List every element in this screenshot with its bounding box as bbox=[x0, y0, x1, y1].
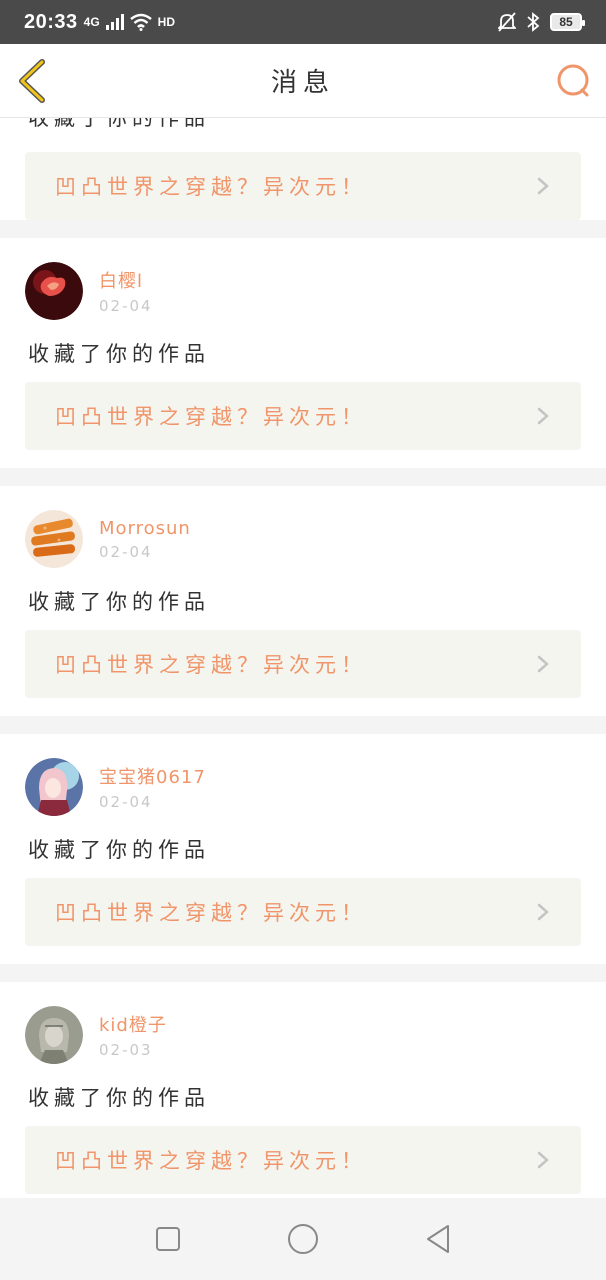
work-title: 凹凸世界之穿越？异次元！ bbox=[55, 653, 367, 677]
battery-level: 85 bbox=[559, 15, 573, 29]
chevron-right-icon bbox=[537, 177, 549, 195]
back-chevron-icon[interactable] bbox=[14, 58, 50, 104]
avatar[interactable] bbox=[25, 262, 83, 320]
avatar[interactable] bbox=[25, 758, 83, 816]
date: 02-04 bbox=[99, 542, 153, 561]
search-icon[interactable] bbox=[554, 62, 592, 100]
work-title: 凹凸世界之穿越？异次元！ bbox=[55, 1149, 367, 1173]
status-bar: 20:33 4G HD 85 bbox=[0, 0, 606, 44]
username[interactable]: 宝宝猪0617 bbox=[99, 763, 206, 789]
message-card: kid橙子 02-03 收藏了你的作品 凹凸世界之穿越？异次元！ bbox=[0, 982, 606, 1198]
action-text: 收藏了你的作品 bbox=[28, 838, 210, 862]
signal-icon bbox=[105, 14, 124, 30]
user-row[interactable]: 白樱l 02-04 bbox=[0, 238, 606, 320]
work-link[interactable]: 凹凸世界之穿越？异次元！ bbox=[25, 382, 581, 450]
battery-indicator: 85 bbox=[550, 13, 585, 31]
circle-icon bbox=[287, 1224, 318, 1254]
chevron-right-icon bbox=[537, 407, 549, 425]
date: 02-03 bbox=[99, 1041, 153, 1059]
action-text: 收藏了你的作品 bbox=[28, 1086, 210, 1110]
message-card: 收藏了你的作品 凹凸世界之穿越？异次元！ bbox=[0, 118, 606, 220]
user-row[interactable]: kid橙子 02-03 bbox=[0, 982, 606, 1064]
page-title: 消息 bbox=[270, 68, 335, 98]
username[interactable]: kid橙子 bbox=[99, 1011, 167, 1037]
work-title: 凹凸世界之穿越？异次元！ bbox=[55, 175, 367, 199]
network-type: 4G bbox=[83, 15, 100, 29]
message-list[interactable]: 收藏了你的作品 凹凸世界之穿越？异次元！ 白樱l 02-04 收藏了你的作品 凹… bbox=[0, 118, 606, 1198]
username[interactable]: 白樱l bbox=[99, 267, 153, 293]
back-button[interactable] bbox=[418, 1219, 458, 1259]
chevron-right-icon bbox=[537, 1151, 549, 1169]
chevron-right-icon bbox=[537, 903, 549, 921]
chevron-right-icon bbox=[537, 655, 549, 673]
work-link[interactable]: 凹凸世界之穿越？异次元！ bbox=[25, 1126, 581, 1194]
square-icon bbox=[155, 1227, 180, 1251]
mute-bell-icon bbox=[498, 12, 516, 32]
recent-apps-button[interactable] bbox=[148, 1219, 188, 1259]
hd-indicator: HD bbox=[157, 15, 176, 29]
status-time: 20:33 bbox=[24, 10, 78, 33]
avatar[interactable] bbox=[25, 510, 83, 568]
avatar[interactable] bbox=[25, 1006, 83, 1064]
triangle-back-icon bbox=[427, 1225, 450, 1253]
work-title: 凹凸世界之穿越？异次元！ bbox=[55, 405, 367, 429]
user-row[interactable]: 宝宝猪0617 02-04 bbox=[0, 734, 606, 816]
work-link[interactable]: 凹凸世界之穿越？异次元！ bbox=[25, 878, 581, 946]
system-nav-bar bbox=[0, 1198, 606, 1280]
user-row[interactable]: Morrosun 02-04 bbox=[0, 486, 606, 568]
work-title: 凹凸世界之穿越？异次元！ bbox=[55, 901, 367, 925]
message-card: 白樱l 02-04 收藏了你的作品 凹凸世界之穿越？异次元！ bbox=[0, 238, 606, 468]
date: 02-04 bbox=[99, 793, 153, 811]
action-text: 收藏了你的作品 bbox=[28, 342, 210, 366]
message-card: Morrosun 02-04 收藏了你的作品 凹凸世界之穿越？异次元！ bbox=[0, 486, 606, 716]
home-button[interactable] bbox=[283, 1219, 323, 1259]
username[interactable]: Morrosun bbox=[99, 518, 191, 539]
work-link[interactable]: 凹凸世界之穿越？异次元！ bbox=[25, 152, 581, 220]
date: 02-04 bbox=[99, 297, 153, 315]
work-link[interactable]: 凹凸世界之穿越？异次元！ bbox=[25, 630, 581, 698]
app-header: 消息 bbox=[0, 44, 606, 118]
message-card: 宝宝猪0617 02-04 收藏了你的作品 凹凸世界之穿越？异次元！ bbox=[0, 734, 606, 964]
action-text: 收藏了你的作品 bbox=[28, 118, 210, 130]
action-text: 收藏了你的作品 bbox=[28, 590, 210, 614]
bluetooth-icon bbox=[527, 12, 540, 32]
wifi-icon bbox=[129, 13, 152, 31]
